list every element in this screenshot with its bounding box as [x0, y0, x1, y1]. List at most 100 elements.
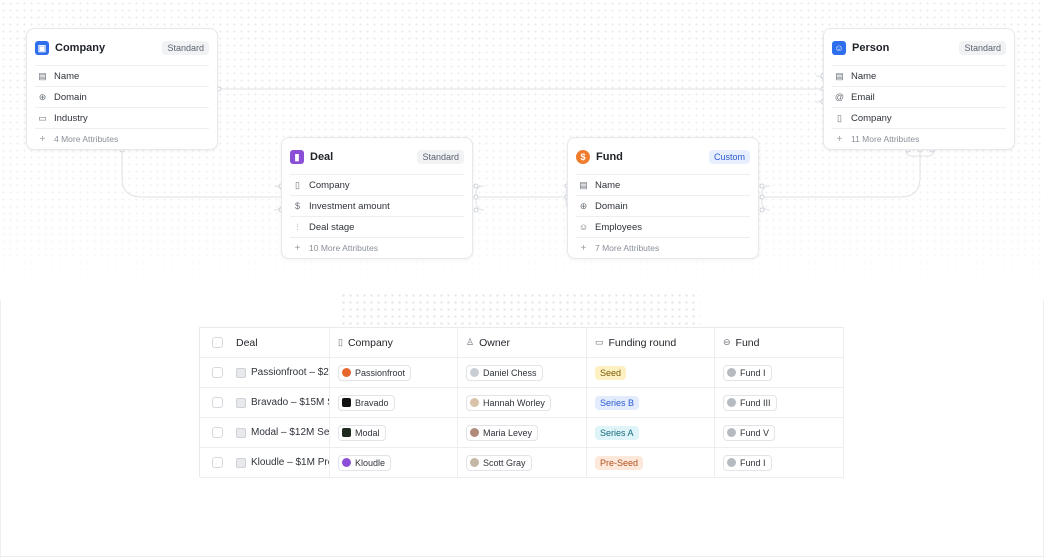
more-attributes-link[interactable]: +11 More Attributes: [832, 128, 1006, 149]
deal-cell[interactable]: Modal – $12M Se: [200, 418, 330, 447]
funding-round-cell[interactable]: Series A: [587, 418, 715, 447]
coin-icon: $: [576, 150, 590, 164]
company-name: Passionfroot: [355, 367, 406, 378]
table-row[interactable]: Passionfroot – $2 Passionfroot Daniel Ch…: [200, 358, 844, 388]
attribute-label: Name: [595, 179, 621, 191]
deal-object-card[interactable]: ▮ Deal Standard ▯ Company $ Investment amo…: [281, 137, 473, 259]
company-object-card[interactable]: ▣ Company Standard ▤ Name ⊕ Domain ▭ Indust…: [26, 28, 218, 150]
column-header-company[interactable]: ▯ Company: [330, 328, 458, 357]
standard-badge: Standard: [417, 150, 464, 164]
row-checkbox[interactable]: [212, 367, 223, 378]
fund-chip[interactable]: Fund I: [723, 364, 772, 381]
fund-chip[interactable]: Fund III: [723, 394, 777, 411]
owner-chip[interactable]: Daniel Chess: [466, 364, 543, 381]
company-logo-icon: [342, 368, 351, 377]
company-logo-icon: [342, 458, 351, 467]
fund-cell[interactable]: Fund I: [715, 448, 844, 477]
owner-chip[interactable]: Scott Gray: [466, 454, 532, 471]
fund-object-card[interactable]: $ Fund Custom ▤ Name ⊕ Domain ☺ Employees +…: [567, 137, 759, 259]
funding-round-cell[interactable]: Pre-Seed: [587, 448, 715, 477]
custom-badge: Custom: [708, 150, 750, 164]
more-attributes-link[interactable]: +10 More Attributes: [290, 237, 464, 258]
building-icon: ▣: [35, 41, 49, 55]
owner-chip[interactable]: Hannah Worley: [466, 394, 551, 411]
attribute-row[interactable]: ⊕ Domain: [35, 86, 209, 107]
card-title: Deal: [310, 151, 334, 163]
owner-cell[interactable]: Maria Levey: [458, 418, 587, 447]
deal-icon: ▮: [290, 150, 304, 164]
avatar: [470, 398, 479, 407]
attribute-row[interactable]: ☺ Employees: [576, 216, 750, 237]
owner-cell[interactable]: Hannah Worley: [458, 388, 587, 417]
person-object-card[interactable]: ☺ Person Standard ▤ Name @ Email ▯ Company …: [823, 28, 1015, 150]
attribute-row[interactable]: ▤ Name: [832, 65, 1006, 86]
people-icon: ☺: [832, 41, 846, 55]
more-attributes-label: 10 More Attributes: [309, 243, 378, 253]
company-cell[interactable]: Modal: [330, 418, 458, 447]
plus-icon: +: [836, 133, 843, 145]
company-chip[interactable]: Bravado: [338, 394, 395, 411]
attribute-row[interactable]: ⊕ Domain: [576, 195, 750, 216]
fund-chip[interactable]: Fund V: [723, 424, 776, 441]
company-chip[interactable]: Kloudle: [338, 454, 392, 471]
more-attributes-link[interactable]: +4 More Attributes: [35, 128, 209, 149]
header-label: Owner: [479, 336, 511, 349]
attribute-row[interactable]: ▤ Name: [35, 65, 209, 86]
more-attributes-link[interactable]: +7 More Attributes: [576, 237, 750, 258]
deal-cell[interactable]: Passionfroot – $2: [200, 358, 330, 387]
company-chip[interactable]: Modal: [338, 424, 386, 441]
company-cell[interactable]: Passionfroot: [330, 358, 458, 387]
plus-icon: +: [39, 133, 46, 145]
column-header-owner[interactable]: ♙ Owner: [458, 328, 587, 357]
company-chip[interactable]: Passionfroot: [338, 364, 412, 381]
owner-chip[interactable]: Maria Levey: [466, 424, 539, 441]
owner-name: Scott Gray: [483, 457, 526, 468]
company-cell[interactable]: Bravado: [330, 388, 458, 417]
column-header-deal[interactable]: Deal: [200, 328, 330, 357]
person-icon: ♙: [466, 337, 475, 347]
fund-icon: [727, 368, 736, 377]
row-checkbox[interactable]: [212, 397, 223, 408]
column-header-fund[interactable]: ⊖ Fund: [715, 328, 844, 357]
column-header-funding-round[interactable]: ▭ Funding round: [587, 328, 715, 357]
deal-cell[interactable]: Kloudle – $1M Pre: [200, 448, 330, 477]
people-icon: ☺: [578, 222, 589, 232]
deal-cell[interactable]: Bravado – $15M S: [200, 388, 330, 417]
attribute-row[interactable]: ⫶ Deal stage: [290, 216, 464, 237]
attribute-row[interactable]: ▯ Company: [290, 174, 464, 195]
fund-person-connector: [762, 150, 921, 198]
attribute-row[interactable]: $ Investment amount: [290, 195, 464, 216]
table-row[interactable]: Bravado – $15M S Bravado Hannah Worley S…: [200, 388, 844, 418]
row-checkbox[interactable]: [212, 457, 223, 468]
table-row[interactable]: Kloudle – $1M Pre Kloudle Scott Gray Pre…: [200, 448, 844, 478]
company-name: Modal: [355, 427, 380, 438]
attribute-label: Company: [309, 179, 350, 191]
table-header-row: Deal ▯ Company ♙ Owner ▭ Funding round ⊖ Fun…: [200, 328, 844, 358]
funding-round-cell[interactable]: Seed: [587, 358, 715, 387]
attribute-row[interactable]: ▯ Company: [832, 107, 1006, 128]
standard-badge: Standard: [959, 41, 1006, 55]
more-attributes-label: 7 More Attributes: [595, 243, 660, 253]
fund-cell[interactable]: Fund I: [715, 358, 844, 387]
attribute-row[interactable]: ▭ Industry: [35, 107, 209, 128]
fund-icon: ⊖: [723, 337, 731, 347]
table-row[interactable]: Modal – $12M Se Modal Maria Levey Series…: [200, 418, 844, 448]
owner-name: Hannah Worley: [483, 397, 545, 408]
select-all-checkbox[interactable]: [212, 337, 223, 348]
funding-round-tag: Series A: [595, 425, 639, 440]
fund-chip[interactable]: Fund I: [723, 454, 772, 471]
attribute-row[interactable]: ▤ Name: [576, 174, 750, 195]
fund-cell[interactable]: Fund III: [715, 388, 844, 417]
globe-icon: ⊕: [38, 91, 47, 102]
owner-cell[interactable]: Daniel Chess: [458, 358, 587, 387]
more-attributes-label: 4 More Attributes: [54, 134, 119, 144]
fund-cell[interactable]: Fund V: [715, 418, 844, 447]
funding-round-cell[interactable]: Series B: [587, 388, 715, 417]
owner-cell[interactable]: Scott Gray: [458, 448, 587, 477]
deal-icon: [236, 427, 246, 438]
company-cell[interactable]: Kloudle: [330, 448, 458, 477]
attribute-label: Company: [851, 112, 892, 124]
row-checkbox[interactable]: [212, 427, 223, 438]
building-icon: ▯: [295, 179, 300, 190]
attribute-row[interactable]: @ Email: [832, 86, 1006, 107]
